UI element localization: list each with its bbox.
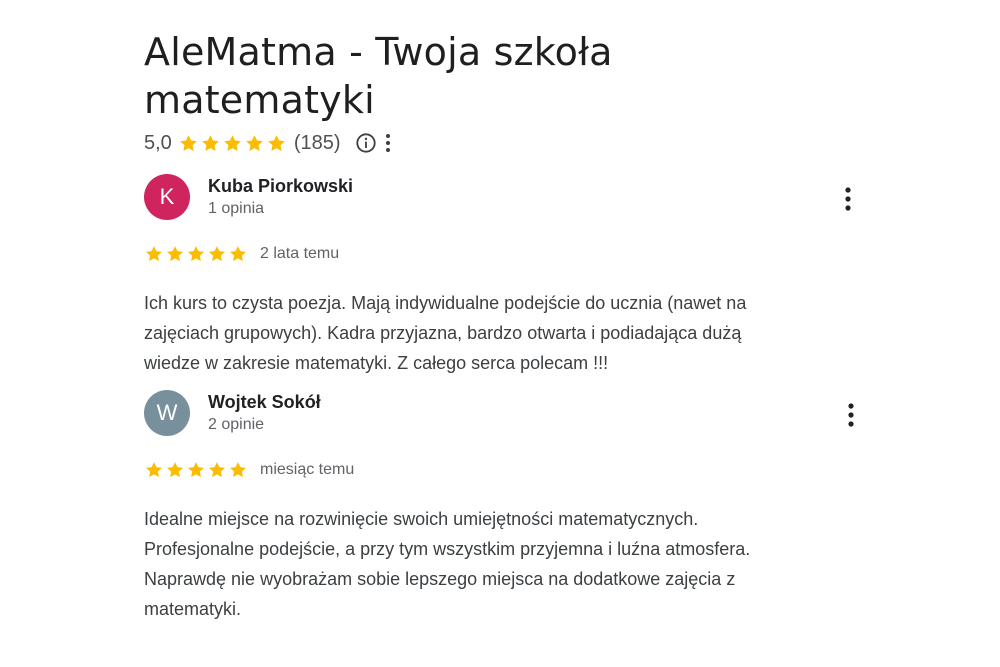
review-rating: 2 lata temu [144,242,864,266]
review-text-line: matematyki. [144,599,242,619]
star-icon [165,244,185,264]
avatar[interactable]: K [144,174,190,220]
info-icon[interactable] [355,132,377,154]
review-author[interactable]: Wojtek Sokół [208,390,321,414]
more-vert-icon[interactable] [847,402,855,433]
review-text-line: Ich kurs to czysta poezja. Mają indywidu… [144,293,747,313]
star-icon [144,460,164,480]
review-author-count: 2 opinie [208,416,265,433]
star-icon [165,460,185,480]
rating-value: 5,0 [144,131,172,154]
star-icon [207,460,227,480]
place-stars [178,133,287,154]
review-text: Ich kurs to czysta poezja. Mają indywidu… [144,288,844,378]
star-icon [186,244,206,264]
star-icon [186,460,206,480]
review-stars [144,244,248,264]
author-block: Kuba Piorkowski 1 opinia [208,174,353,220]
review-text-line: Naprawdę nie wyobrażam sobie lepszego mi… [144,569,736,589]
more-vert-icon[interactable] [844,186,852,217]
review-text: Idealne miejsce na rozwinięcie swoich um… [144,504,844,624]
review-card: W Wojtek Sokół 2 opinie miesiąc temu Ide… [144,390,864,624]
place-title: AleMatma - Twoja szkoła matematyki [144,30,613,122]
star-icon [222,133,243,154]
star-icon [266,133,287,154]
review-rating: miesiąc temu [144,458,864,482]
author-block: Wojtek Sokół 2 opinie [208,390,321,436]
star-icon [178,133,199,154]
review-header: W Wojtek Sokół 2 opinie [144,390,864,436]
more-vert-icon[interactable] [385,133,391,153]
star-icon [228,460,248,480]
star-icon [228,244,248,264]
review-text-line: Profesjonalne podejście, a przy tym wszy… [144,539,751,559]
rating-count-link[interactable]: (185) [294,132,341,155]
star-icon [200,133,221,154]
review-card: K Kuba Piorkowski 1 opinia 2 lata temu I… [144,174,864,378]
star-icon [244,133,265,154]
review-date: 2 lata temu [260,245,340,262]
review-author[interactable]: Kuba Piorkowski [208,174,353,198]
review-text-line: zajęciach grupowych). Kadra przyjazna, b… [144,323,742,343]
avatar[interactable]: W [144,390,190,436]
review-text-line: Idealne miejsce na rozwinięcie swoich um… [144,509,699,529]
review-author-count: 1 opinia [208,200,265,217]
review-stars [144,460,248,480]
star-icon [144,244,164,264]
place-rating-row: 5,0 (185) [144,130,864,156]
review-date: miesiąc temu [260,461,355,478]
review-text-line: wiedze w zakresie matematyki. Z całego s… [144,353,609,373]
review-header: K Kuba Piorkowski 1 opinia [144,174,864,220]
place-panel: AleMatma - Twoja szkoła matematyki 5,0 (… [144,28,864,624]
star-icon [207,244,227,264]
